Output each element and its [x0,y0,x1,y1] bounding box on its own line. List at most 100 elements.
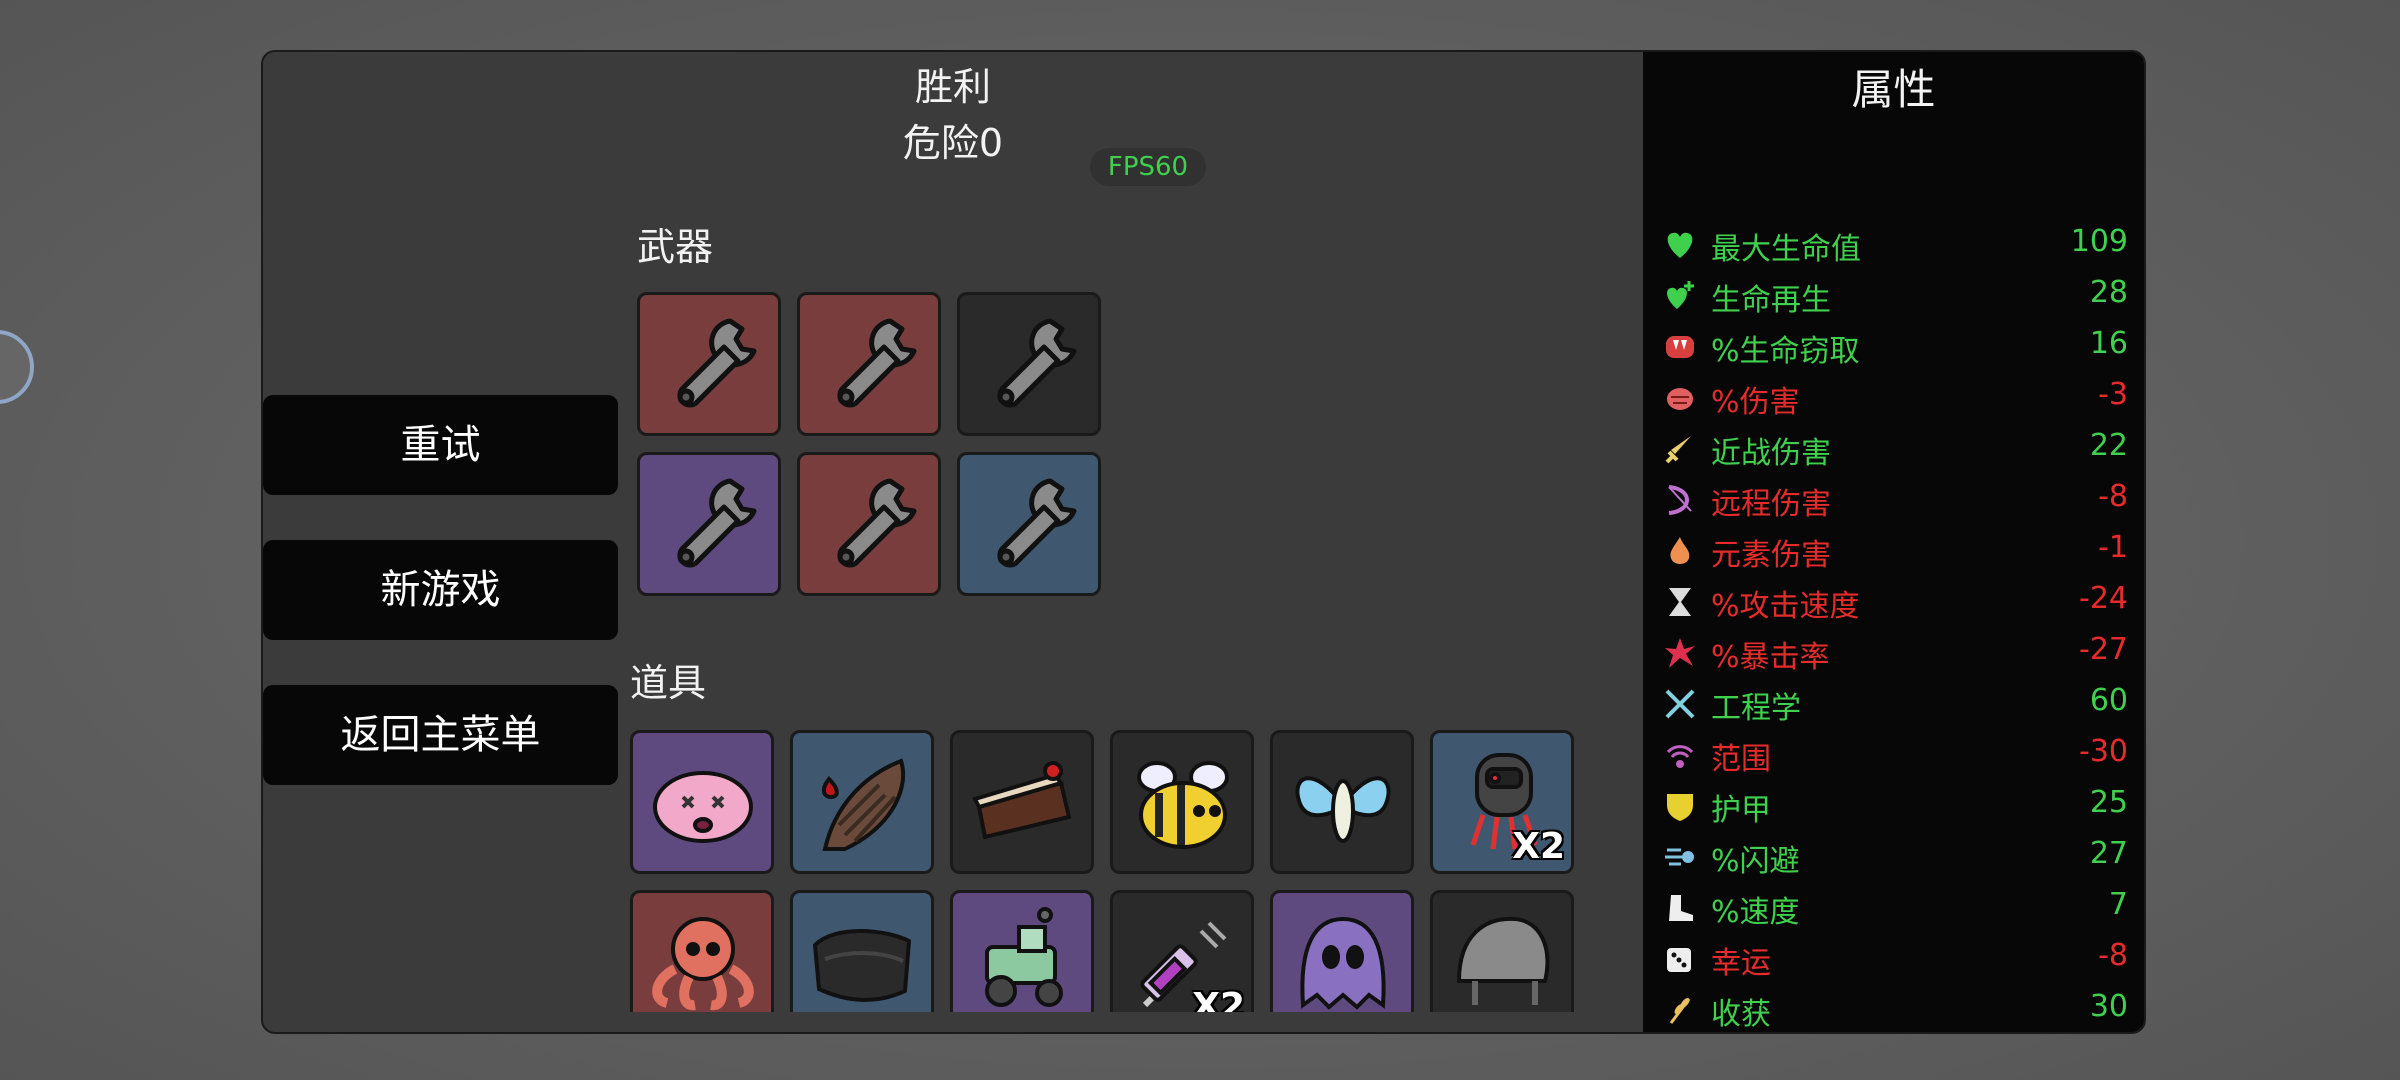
stat-label: 近战伤害 [1711,436,1831,471]
inventory-slot[interactable] [1270,730,1414,874]
stat-row[interactable]: 近战伤害 22 [1643,426,2144,474]
wrench-icon [997,318,1077,408]
inventory-slot[interactable] [1110,730,1254,874]
ghost-blob-icon [1300,916,1386,1010]
pink-blob-icon [653,771,753,843]
inventory-slot[interactable]: X2 [1110,890,1254,1012]
stat-value: 28 [2089,275,2128,310]
inventory-slot[interactable] [797,292,941,436]
heart-icon [1667,232,1693,258]
dark-cloth-icon [812,929,912,1002]
stat-row[interactable]: 最大生命值 109 [1643,222,2144,270]
octopus-icon [652,917,754,1011]
stat-row[interactable]: 幸运 -8 [1643,936,2144,984]
stat-row[interactable]: %闪避 27 [1643,834,2144,882]
stat-value: 60 [2089,683,2128,718]
item-count-badge: X2 [1512,826,1565,867]
range-waves-icon [1666,745,1694,768]
inventory-slot[interactable] [957,292,1101,436]
stat-row[interactable]: 远程伤害 -8 [1643,477,2144,525]
stat-value: 27 [2089,836,2128,871]
stat-label: 生命再生 [1711,283,1831,318]
stat-value: -8 [2098,479,2128,514]
stat-value: 7 [2108,887,2128,922]
stat-label: %暴击率 [1711,640,1830,675]
inventory-slot[interactable] [637,292,781,436]
bee-icon [1137,761,1229,849]
dice-icon [1667,948,1691,972]
brain-icon [1667,388,1693,410]
stat-label: 幸运 [1711,946,1771,981]
stat-label: %生命窃取 [1711,334,1860,369]
inventory-slot[interactable] [1270,890,1414,1012]
wrench-icon [677,318,757,408]
stat-label: 护甲 [1711,793,1771,828]
inventory-slot[interactable]: X2 [1430,730,1574,874]
stat-label: 工程学 [1711,691,1801,726]
stat-label: 元素伤害 [1711,538,1831,573]
inventory-slot[interactable] [950,890,1094,1012]
wheat-icon [1669,998,1691,1024]
stat-row[interactable]: 护甲 25 [1643,783,2144,831]
stat-value: 16 [2089,326,2128,361]
stat-row[interactable]: %暴击率 -27 [1643,630,2144,678]
bow-icon [1668,485,1692,515]
items-label: 道具 [630,661,707,705]
inventory-slot[interactable] [957,452,1101,596]
stat-label: 最大生命值 [1711,232,1861,267]
stat-label: 远程伤害 [1711,487,1831,522]
item-count-badge: X2 [1192,986,1245,1012]
hourglass-icon [1669,588,1691,616]
stat-value: 25 [2089,785,2128,820]
stats-panel: 属性 最大生命值 109 生命再生 28 %生命窃取 16 %伤害 -3 近战伤害 22 远程伤害 -… [1643,52,2144,1032]
inventory-slot[interactable] [950,730,1094,874]
wrench-icon [837,478,917,568]
inventory-slot[interactable] [797,452,941,596]
inventory-slot[interactable] [1430,890,1574,1012]
inventory-slot[interactable] [790,730,934,874]
stat-label: %速度 [1711,895,1800,930]
sword-icon [1665,436,1691,464]
stat-row[interactable]: %速度 7 [1643,885,2144,933]
stat-row[interactable]: 元素伤害 -1 [1643,528,2144,576]
stat-row[interactable]: 工程学 60 [1643,681,2144,729]
heart-plus-icon [1667,281,1694,309]
stat-label: 收获 [1711,997,1771,1032]
stat-label: %攻击速度 [1711,589,1860,624]
wrench-icon [837,318,917,408]
inventory-area: 武器 道具 X2 X2 [263,52,1643,1012]
stat-row[interactable]: 范围 -30 [1643,732,2144,780]
stat-value: -27 [2079,632,2128,667]
weapons-label: 武器 [637,225,714,269]
boot-icon [1669,895,1693,921]
collapsed-side-button[interactable] [0,330,34,404]
stats-title: 属性 [1851,65,1936,114]
dash-icon [1665,848,1694,866]
stat-row[interactable]: %伤害 -3 [1643,375,2144,423]
stat-value: -24 [2079,581,2128,616]
helmet-icon [1456,916,1550,1005]
shield-icon [1667,794,1693,821]
inventory-slot[interactable] [630,890,774,1012]
stat-row[interactable]: %生命窃取 16 [1643,324,2144,372]
wrench-icon [997,478,1077,568]
flame-icon [1670,537,1690,564]
cake-slice-icon [972,761,1072,840]
inventory-slot[interactable] [630,730,774,874]
butterfly-icon [1295,776,1391,843]
stat-value: -1 [2098,530,2128,565]
stat-row[interactable]: 生命再生 28 [1643,273,2144,321]
stat-row[interactable]: %攻击速度 -24 [1643,579,2144,627]
stat-row[interactable]: 收获 30 [1643,987,2144,1032]
stat-value: 30 [2089,989,2128,1024]
tractor-icon [985,907,1063,1007]
inventory-slot[interactable] [790,890,934,1012]
crit-burst-icon [1665,638,1695,668]
wrench-icon [677,478,757,568]
stat-value: -3 [2098,377,2128,412]
stat-value: 109 [2070,224,2128,259]
stat-value: -8 [2098,938,2128,973]
inventory-slot[interactable] [637,452,781,596]
stat-label: %伤害 [1711,385,1800,420]
run-summary-panel: 胜利 危险0 FPS60 重试 新游戏 返回主菜单 武器 道具 X2 X2 属性 … [261,50,2146,1034]
